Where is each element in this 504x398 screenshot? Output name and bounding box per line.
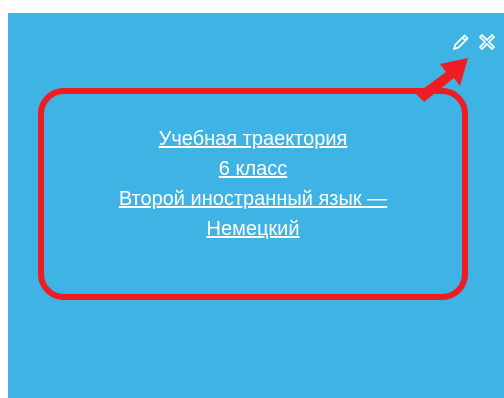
arrow-icon [416,58,468,102]
course-link-line-1: Учебная траектория [158,128,348,150]
course-link-anchor[interactable]: Учебная траектория 6 класс Второй иностр… [38,124,468,244]
close-icon[interactable] [476,31,498,53]
course-link-line-4: Немецкий [206,218,300,240]
course-link-line-3: Второй иностранный язык — [118,188,388,210]
course-link: Учебная траектория 6 класс Второй иностр… [38,124,468,244]
course-link-line-2: 6 класс [218,158,288,180]
